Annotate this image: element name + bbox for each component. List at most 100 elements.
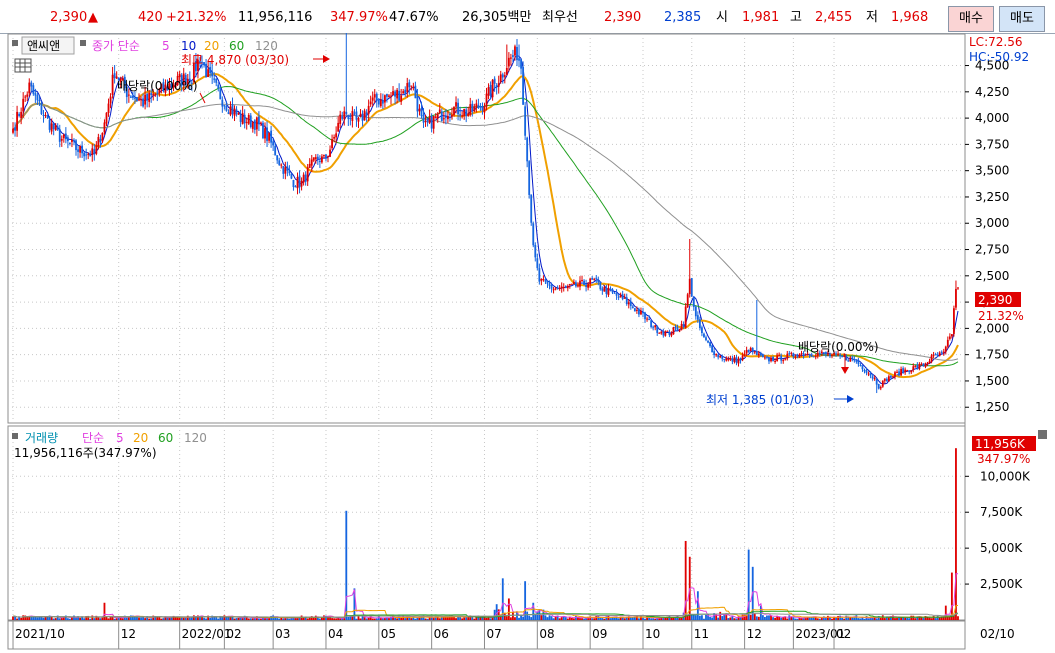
ma60-legend: 60 [229,39,244,53]
volume-bar [820,617,823,620]
candle-body [867,373,870,375]
candle-body [105,112,108,124]
candle-body [698,319,701,329]
candle-body [741,355,744,361]
volume-bar [705,614,707,620]
candle-body [739,358,742,361]
volume-bar [144,618,147,620]
candle-body [79,145,81,153]
volume-bar [260,618,262,620]
candle-body [768,357,770,362]
volume-tick-label: 5,000K [980,541,1023,555]
last-ratio-tag-text: 347.97% [977,452,1030,466]
candle-body [942,351,945,353]
volume-legend-prefix: 단순 [82,431,104,445]
candle-body [64,133,67,140]
price-tick-label: 3,750 [975,137,1009,151]
trading-amount: 26,305백만 [462,10,532,25]
volume-bar [471,616,474,620]
candle-body [81,145,84,154]
candle-body [306,167,309,182]
candle-body [406,83,409,93]
candle-body [682,324,685,327]
volume-bar [520,615,522,620]
candle-body [178,73,181,78]
candle-body [542,279,545,281]
candle-body [692,297,695,307]
date-tick-label: 02 [226,627,241,641]
candle-body [568,283,571,285]
candle-body [747,349,750,353]
candle-body [231,104,234,115]
candle-body [839,354,842,356]
candle-body [211,71,214,77]
candle-body [674,326,677,328]
volume-bar [591,618,594,620]
candle-body [270,130,273,143]
candle-body [56,126,59,130]
candle-body [798,354,801,358]
price-tick-label: 2,000 [975,321,1009,335]
candle-body [784,358,787,360]
volume-bar [115,618,118,620]
candle-body [735,357,738,363]
date-tick-label: 08 [539,627,554,641]
candle-body [312,157,315,161]
buy-button[interactable]: 매수 [948,6,994,32]
volume-bar [757,616,760,620]
candle-body [398,90,401,101]
volume-bar [680,617,683,620]
candle-body [678,329,681,332]
volume-bar [107,618,110,620]
volume-bar [548,615,551,620]
candle-body [440,111,443,122]
candle-body [28,82,31,94]
volume-bar [436,617,439,620]
volume-bar [761,615,764,620]
candle-body [589,278,592,285]
ma5-legend: 5 [162,39,170,53]
volume-bar [375,618,378,620]
candle-body [877,383,880,389]
candle-body [664,331,667,336]
candle-body [617,296,620,298]
candle-body [337,122,340,132]
volume-bar [158,617,161,620]
volume-bar [233,618,236,620]
price-tick-label: 3,500 [975,164,1009,178]
volume-bar [26,617,29,620]
volume-bar [843,618,846,620]
panel-handle-icon[interactable] [12,40,18,46]
candle-body [629,301,632,307]
candle-body [129,96,132,98]
candle-body [916,365,919,369]
candle-body [89,153,92,157]
candle-body [402,91,405,94]
volume-bar [162,618,165,620]
candle-body [955,288,957,308]
candle-body [12,128,14,133]
table-view-icon[interactable] [14,58,32,73]
legend-handle-icon[interactable] [80,40,86,46]
candle-body [223,105,226,107]
volume-bar [414,618,417,620]
candle-body [34,93,37,96]
candle-body [585,284,588,287]
volume-handle-icon[interactable] [12,433,18,439]
candle-body [300,180,303,187]
candle-body [936,354,939,356]
turnover-pct: 47.67% [389,10,439,25]
volume-bar [394,617,396,620]
candle-body [794,356,797,358]
candle-body [14,127,16,131]
candle-body [99,138,102,143]
volume-bar [694,615,697,620]
volume-bar [749,614,752,620]
candle-body [459,114,462,116]
volume-panel-close-icon[interactable] [1038,430,1047,439]
candle-body [912,366,915,371]
volume-bar [786,618,789,620]
sell-button[interactable]: 매도 [999,6,1045,32]
candle-body [16,111,18,131]
candle-body [320,156,323,163]
